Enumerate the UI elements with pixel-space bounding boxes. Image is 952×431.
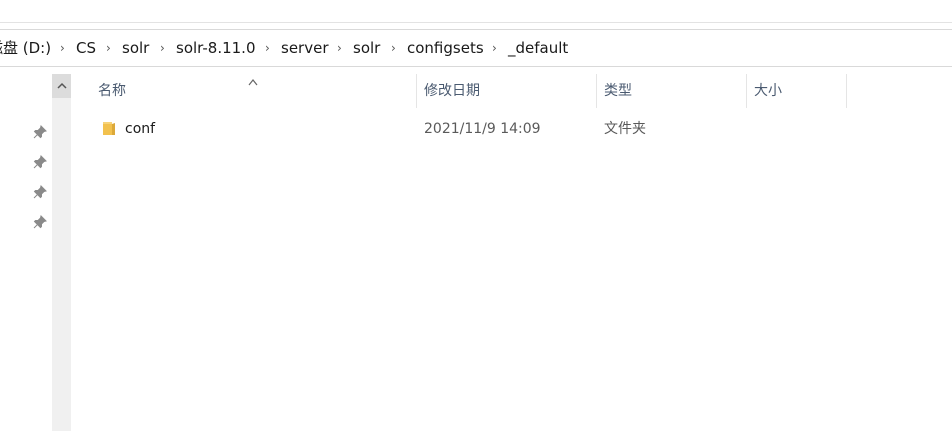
column-header-type[interactable]: 类型 <box>596 74 746 108</box>
scroll-up-icon[interactable] <box>52 74 71 98</box>
breadcrumb[interactable]: 磁盘 (D:) › CS › solr › solr-8.11.0 › serv… <box>0 29 952 67</box>
breadcrumb-item-configsets[interactable]: configsets <box>407 30 484 66</box>
chevron-right-icon[interactable]: › <box>337 30 342 66</box>
breadcrumb-item-solr-2[interactable]: solr <box>353 30 380 66</box>
pin-icon[interactable] <box>33 124 47 139</box>
file-row[interactable]: conf 2021/11/9 14:09 文件夹 <box>90 114 846 144</box>
chevron-right-icon[interactable]: › <box>492 30 497 66</box>
breadcrumb-item-solr-version[interactable]: solr-8.11.0 <box>176 30 256 66</box>
breadcrumb-item-drive[interactable]: 磁盘 (D:) <box>0 30 51 66</box>
pin-icon[interactable] <box>33 154 47 169</box>
folder-icon <box>102 121 116 136</box>
file-name[interactable]: conf <box>125 114 155 144</box>
column-header-name[interactable]: 名称 <box>90 74 416 108</box>
chevron-right-icon[interactable]: › <box>106 30 111 66</box>
pin-icon[interactable] <box>33 214 47 229</box>
breadcrumb-item-server[interactable]: server <box>281 30 328 66</box>
breadcrumb-item-default[interactable]: _default <box>508 30 568 66</box>
column-header-modified[interactable]: 修改日期 <box>416 74 596 108</box>
chevron-right-icon[interactable]: › <box>60 30 65 66</box>
pin-icon[interactable] <box>33 184 47 199</box>
chevron-right-icon[interactable]: › <box>391 30 396 66</box>
file-type: 文件夹 <box>604 121 646 137</box>
title-area <box>0 0 952 23</box>
column-header-size[interactable]: 大小 <box>746 74 846 108</box>
nav-scrollbar[interactable] <box>52 74 71 431</box>
breadcrumb-item-solr[interactable]: solr <box>122 30 149 66</box>
breadcrumb-item-cs[interactable]: CS <box>76 30 96 66</box>
column-divider[interactable] <box>846 74 847 108</box>
chevron-right-icon[interactable]: › <box>265 30 270 66</box>
navigation-pane <box>0 68 52 431</box>
file-modified: 2021/11/9 14:09 <box>424 121 541 137</box>
chevron-right-icon[interactable]: › <box>160 30 165 66</box>
